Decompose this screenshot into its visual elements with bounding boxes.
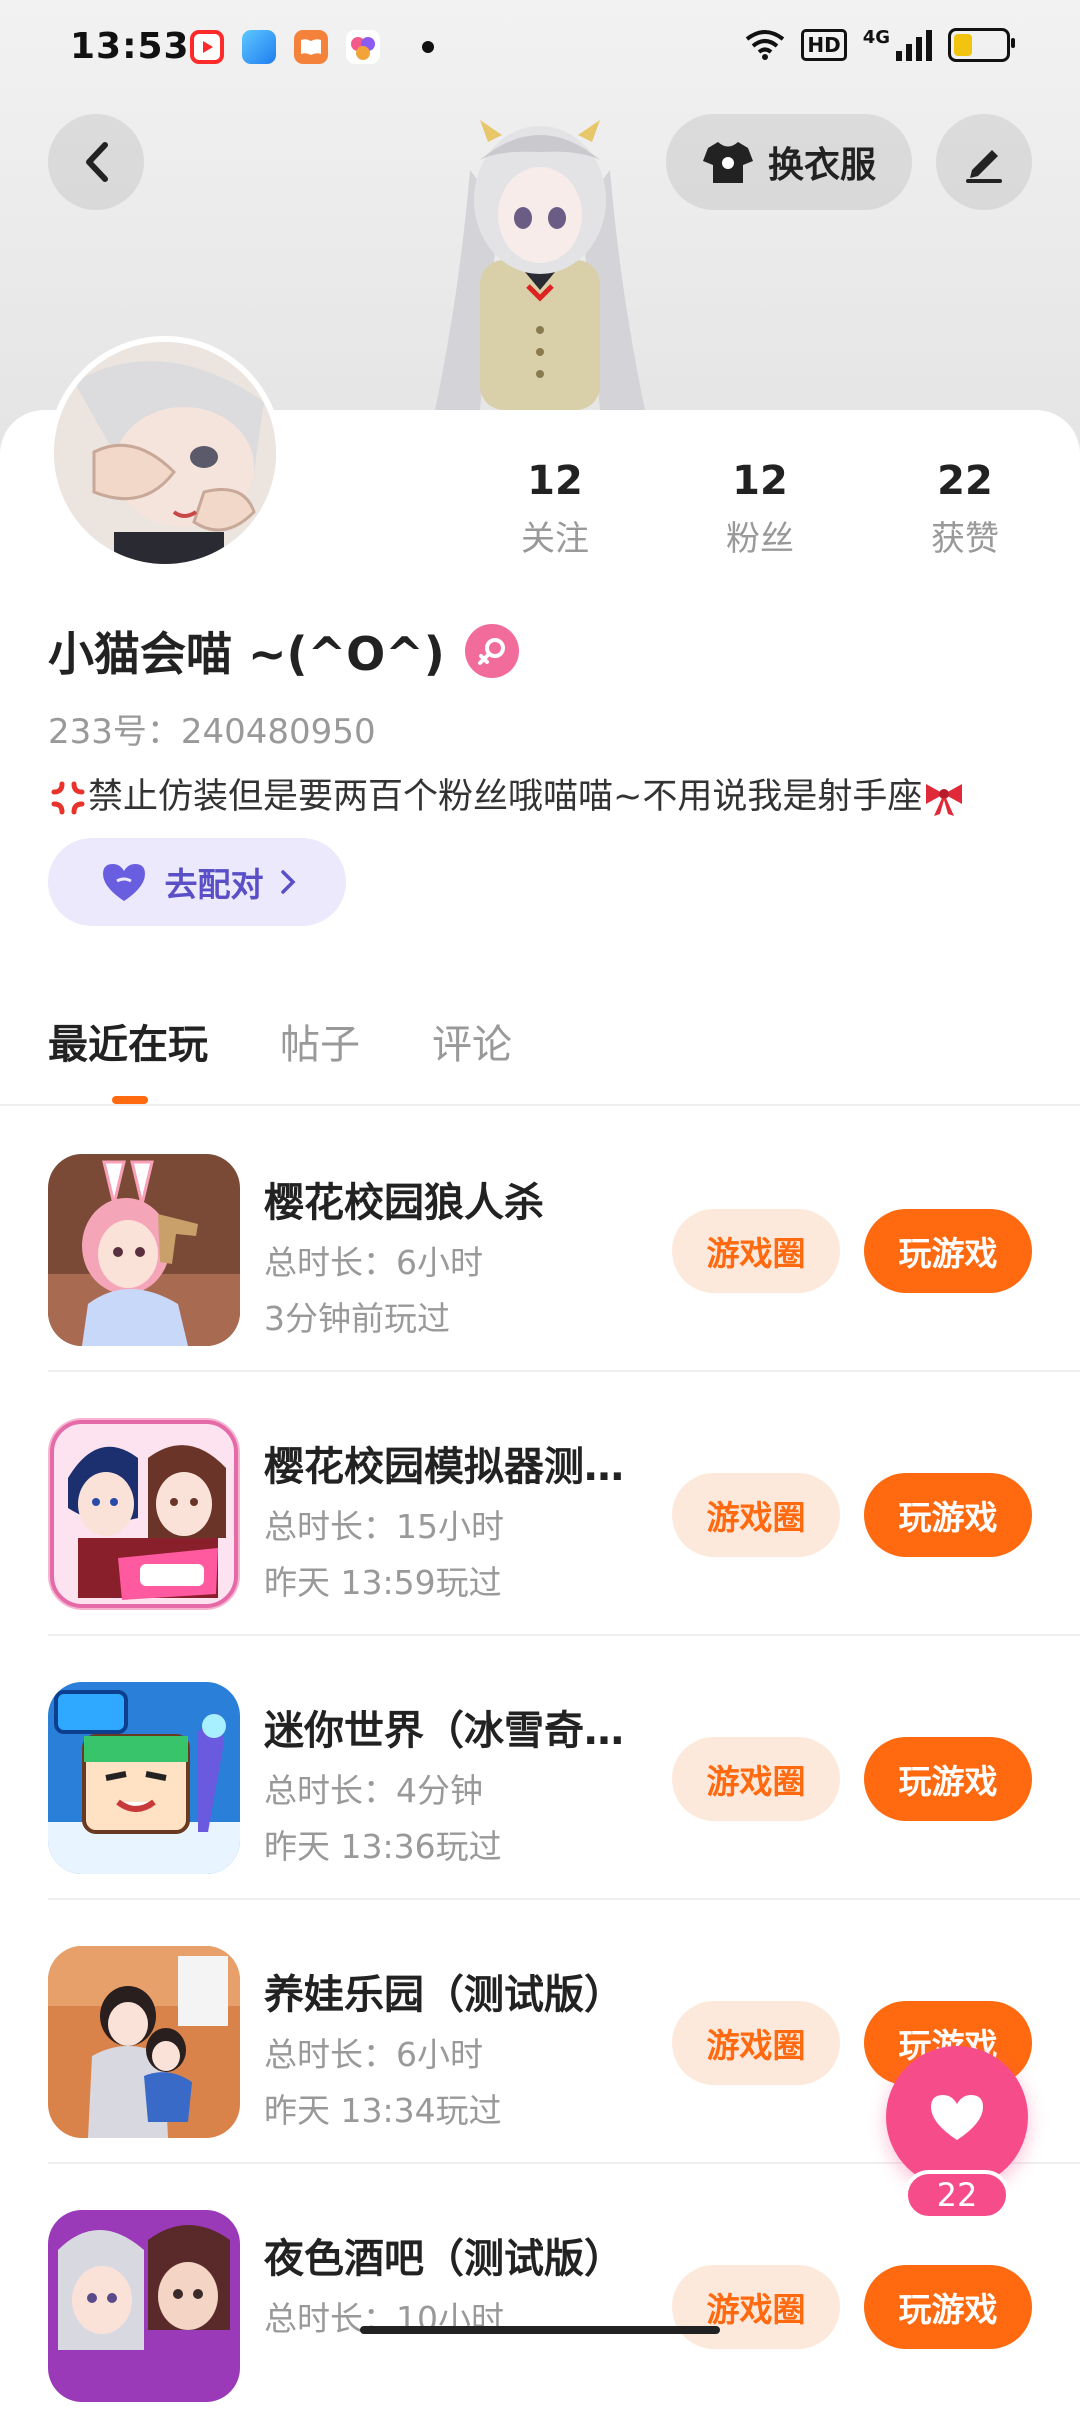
game-duration: 总时长：4分钟	[264, 1771, 483, 1810]
game-last-played: 3分钟前玩过	[264, 1299, 450, 1338]
game-last-played: 昨天 13:59玩过	[264, 1563, 502, 1602]
profile-uid: 233号：240480950	[48, 712, 376, 752]
game-last-played: 昨天 13:34玩过	[264, 2091, 502, 2130]
stat-followers-label: 粉丝	[726, 519, 794, 559]
game-icon-sakura-simulator[interactable]	[48, 1418, 240, 1610]
game-row[interactable]: 迷你世界（冰雪奇… 总时长：4分钟 昨天 13:36玩过 游戏圈 玩游戏	[0, 1634, 1080, 1898]
game-row[interactable]: 樱花校园狼人杀 总时长：6小时 3分钟前玩过 游戏圈 玩游戏	[0, 1106, 1080, 1370]
profile-bio: 禁止仿装但是要两百个粉丝哦喵喵~不用说我是射手座	[88, 777, 923, 817]
game-circle-button[interactable]: 游戏圈	[672, 1209, 840, 1293]
edit-profile-button[interactable]	[936, 114, 1032, 210]
game-name: 迷你世界（冰雪奇…	[264, 1708, 624, 1754]
ribbon-icon	[926, 784, 963, 816]
cellular-icon: 4G	[863, 29, 932, 61]
profile-avatar[interactable]	[48, 336, 282, 570]
game-circle-button[interactable]: 游戏圈	[672, 2265, 840, 2349]
tshirt-icon	[702, 142, 753, 183]
anger-symbol-icon	[51, 781, 85, 815]
game-duration: 总时长：6小时	[264, 2035, 483, 2074]
game-circle-button[interactable]: 游戏圈	[672, 1737, 840, 1821]
heart-icon	[102, 864, 145, 901]
play-game-button[interactable]: 玩游戏	[864, 1473, 1032, 1557]
chevron-right-icon	[280, 870, 295, 894]
play-game-button[interactable]: 玩游戏	[864, 2265, 1032, 2349]
game-name: 养娃乐园（测试版）	[264, 1972, 624, 2018]
back-button[interactable]	[48, 114, 144, 210]
female-icon	[464, 624, 519, 678]
game-circle-button[interactable]: 游戏圈	[672, 2001, 840, 2085]
game-name: 樱花校园模拟器测…	[264, 1444, 624, 1490]
play-game-button[interactable]: 玩游戏	[864, 1737, 1032, 1821]
status-bar: 13:53 HD 4G	[0, 0, 1080, 96]
profile-bio-row: 禁止仿装但是要两百个粉丝哦喵喵~不用说我是射手座	[48, 768, 966, 819]
game-icon-sakura-werewolf[interactable]	[48, 1154, 240, 1346]
battery-icon	[948, 28, 1015, 62]
game-name: 夜色酒吧（测试版）	[264, 2236, 624, 2282]
avatar-image	[54, 342, 276, 564]
tab-comments[interactable]: 评论	[432, 1012, 512, 1070]
blue-app-icon	[242, 30, 276, 64]
game-name: 樱花校园狼人杀	[264, 1180, 544, 1226]
profile-stats: 12 关注 12 粉丝 22 获赞	[480, 455, 1040, 560]
tab-recently-played[interactable]: 最近在玩	[48, 1012, 208, 1104]
game-duration: 总时长：6小时	[264, 1243, 483, 1282]
game-last-played: 昨天 13:36玩过	[264, 1827, 502, 1866]
stat-following-count: 12	[527, 458, 583, 504]
game-icon-baby-paradise[interactable]	[48, 1946, 240, 2138]
like-count-badge: 22	[904, 2170, 1010, 2220]
like-fab-button[interactable]	[886, 2046, 1028, 2188]
stat-following[interactable]: 12 关注	[480, 455, 630, 560]
game-circle-button[interactable]: 游戏圈	[672, 1473, 840, 1557]
change-outfit-label: 换衣服	[767, 145, 876, 186]
book-app-icon	[294, 30, 328, 64]
game-icon-night-bar[interactable]	[48, 2210, 240, 2402]
status-app-icons	[190, 30, 434, 64]
recent-games-list: 樱花校园狼人杀 总时长：6小时 3分钟前玩过 游戏圈 玩游戏 樱花校园模拟器测……	[0, 1106, 1080, 2426]
profile-nickname-row: 小猫会喵 ~(^O^)	[48, 618, 519, 684]
network-type-label: 4G	[862, 27, 890, 48]
match-button-label: 去配对	[164, 865, 264, 904]
game-app-icon	[346, 30, 380, 64]
notification-dot	[422, 41, 434, 53]
status-time: 13:53	[70, 26, 190, 67]
tab-posts[interactable]: 帖子	[280, 1012, 360, 1070]
avatar-3d-figure[interactable]	[410, 90, 670, 410]
play-game-button[interactable]: 玩游戏	[864, 1209, 1032, 1293]
home-indicator[interactable]	[360, 2326, 720, 2334]
match-button[interactable]: 去配对	[48, 838, 346, 926]
change-outfit-button[interactable]: 换衣服	[666, 114, 912, 210]
pen-icon	[966, 150, 1002, 183]
profile-nickname: 小猫会喵 ~(^O^)	[48, 627, 445, 681]
stat-followers-count: 12	[732, 458, 788, 504]
video-app-icon	[190, 30, 224, 64]
chevron-left-icon	[86, 142, 108, 182]
stat-followers[interactable]: 12 粉丝	[685, 455, 835, 560]
game-row[interactable]: 樱花校园模拟器测… 总时长：15小时 昨天 13:59玩过 游戏圈 玩游戏	[0, 1370, 1080, 1634]
game-duration: 总时长：15小时	[264, 1507, 504, 1546]
stat-following-label: 关注	[521, 519, 589, 559]
status-right-icons: HD 4G	[745, 28, 1015, 62]
hd-badge: HD	[801, 29, 847, 61]
stat-likes[interactable]: 22 获赞	[890, 455, 1040, 560]
battery-level	[954, 34, 972, 56]
wifi-icon	[746, 30, 785, 60]
stat-likes-label: 获赞	[931, 519, 999, 559]
heart-icon	[931, 2095, 983, 2140]
stat-likes-count: 22	[937, 458, 993, 504]
game-icon-mini-world[interactable]	[48, 1682, 240, 1874]
profile-tabs: 最近在玩 帖子 评论	[48, 1012, 512, 1104]
